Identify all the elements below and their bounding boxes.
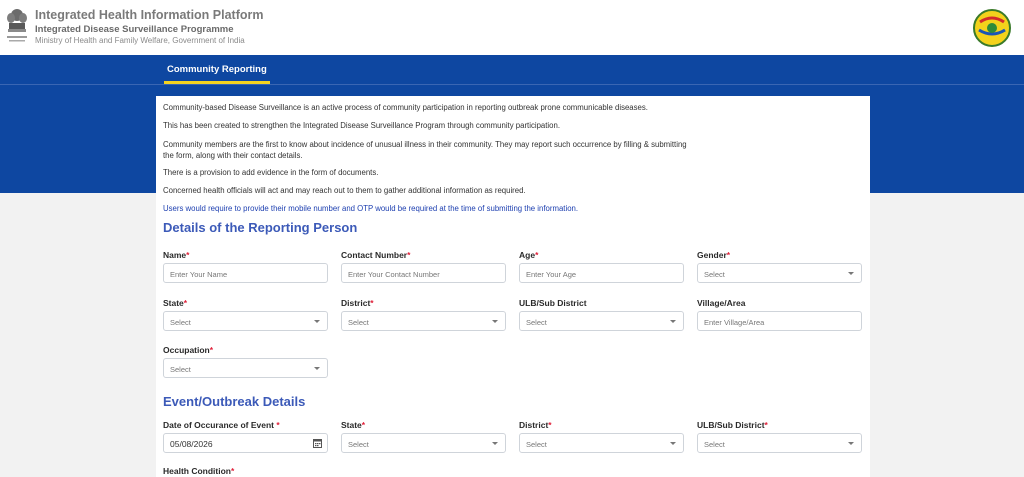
event-ulb-label: ULB/Sub District* — [697, 420, 768, 430]
intro-line-2: This has been created to strengthen the … — [163, 121, 560, 130]
chevron-down-icon — [492, 320, 498, 323]
district-select[interactable]: Select — [341, 311, 506, 331]
contact-number-input[interactable]: Enter Your Contact Number — [341, 263, 506, 283]
chevron-down-icon — [670, 320, 676, 323]
ulb-select-value: Select — [526, 318, 547, 327]
name-label: Name* — [163, 250, 189, 260]
contact-number-label: Contact Number* — [341, 250, 410, 260]
name-input[interactable]: Enter Your Name — [163, 263, 328, 283]
event-details-title: Event/Outbreak Details — [163, 394, 306, 409]
occupation-select-value: Select — [170, 365, 191, 374]
name-label-text: Name — [163, 250, 187, 260]
required-mark: * — [548, 420, 552, 430]
ulb-sub-district-select[interactable]: Select — [519, 311, 684, 331]
occupation-label: Occupation* — [163, 345, 213, 355]
required-mark: * — [231, 466, 235, 476]
intro-line-1: Community-based Disease Surveillance is … — [163, 103, 648, 112]
event-state-select[interactable]: Select — [341, 433, 506, 453]
gender-label-text: Gender — [697, 250, 727, 260]
event-date-input[interactable]: 05/08/2026 — [163, 433, 328, 453]
required-mark: * — [407, 250, 411, 260]
age-label-text: Age — [519, 250, 536, 260]
ulb-sub-district-label: ULB/Sub District — [519, 298, 587, 308]
top-nav: Community Reporting — [0, 55, 1024, 85]
event-ulb-label-text: ULB/Sub District — [697, 420, 765, 430]
state-label: State* — [163, 298, 187, 308]
site-title: Integrated Health Information Platform — [35, 8, 264, 22]
reporting-person-title: Details of the Reporting Person — [163, 220, 358, 235]
district-select-value: Select — [348, 318, 369, 327]
required-mark: * — [726, 250, 731, 260]
event-state-label: State* — [341, 420, 365, 430]
village-area-input[interactable]: Enter Village/Area — [697, 311, 862, 331]
event-date-label-text: Date of Occurance of Event — [163, 420, 275, 430]
ministry-name: Ministry of Health and Family Welfare, G… — [35, 36, 245, 45]
required-mark: * — [186, 250, 190, 260]
tab-community-reporting[interactable]: Community Reporting — [164, 55, 270, 84]
occupation-label-text: Occupation — [163, 345, 210, 355]
chevron-down-icon — [848, 442, 854, 445]
event-date-label: Date of Occurance of Event * — [163, 420, 280, 430]
district-label-text: District — [341, 298, 371, 308]
state-label-text: State — [163, 298, 184, 308]
event-state-label-text: State — [341, 420, 362, 430]
gender-select[interactable]: Select — [697, 263, 862, 283]
state-emblem-icon — [7, 9, 27, 42]
intro-line-3: Community members are the first to know … — [163, 140, 687, 149]
required-mark: * — [183, 298, 188, 308]
required-mark: * — [276, 420, 280, 430]
chevron-down-icon — [314, 320, 320, 323]
state-select-value: Select — [170, 318, 191, 327]
brand-block: Integrated Health Information Platform I… — [35, 9, 264, 45]
event-ulb-select-value: Select — [704, 440, 725, 449]
event-district-label-text: District — [519, 420, 549, 430]
state-select[interactable]: Select — [163, 311, 328, 331]
chevron-down-icon — [492, 442, 498, 445]
event-state-select-value: Select — [348, 440, 369, 449]
chevron-down-icon — [670, 442, 676, 445]
gender-label: Gender* — [697, 250, 730, 260]
event-district-label: District* — [519, 420, 552, 430]
age-input[interactable]: Enter Your Age — [519, 263, 684, 283]
age-label: Age* — [519, 250, 538, 260]
event-date-value: 05/08/2026 — [170, 439, 213, 449]
occupation-select[interactable]: Select — [163, 358, 328, 378]
site-subtitle: Integrated Disease Surveillance Programm… — [35, 23, 234, 35]
required-mark: * — [209, 345, 214, 355]
chevron-down-icon — [314, 367, 320, 370]
ihip-globe-logo-icon — [973, 9, 1011, 47]
required-mark: * — [361, 420, 366, 430]
health-condition-label-text: Health Condition — [163, 466, 231, 476]
contact-label-text: Contact Number — [341, 250, 408, 260]
intro-line-5: There is a provision to add evidence in … — [163, 168, 379, 177]
calendar-icon[interactable] — [313, 438, 322, 448]
event-district-select[interactable]: Select — [519, 433, 684, 453]
required-mark: * — [764, 420, 768, 430]
required-mark: * — [370, 298, 374, 308]
district-label: District* — [341, 298, 374, 308]
event-ulb-select[interactable]: Select — [697, 433, 862, 453]
health-condition-label: Health Condition* — [163, 466, 234, 476]
chevron-down-icon — [848, 272, 854, 275]
intro-line-4: the form, along with their contact detai… — [163, 151, 303, 160]
event-district-select-value: Select — [526, 440, 547, 449]
gender-select-value: Select — [704, 270, 725, 279]
intro-otp-notice: Users would require to provide their mob… — [163, 204, 579, 213]
site-header: Integrated Health Information Platform I… — [0, 0, 1024, 55]
village-area-label: Village/Area — [697, 298, 746, 308]
intro-line-6: Concerned health officials will act and … — [163, 186, 526, 195]
required-mark: * — [535, 250, 539, 260]
